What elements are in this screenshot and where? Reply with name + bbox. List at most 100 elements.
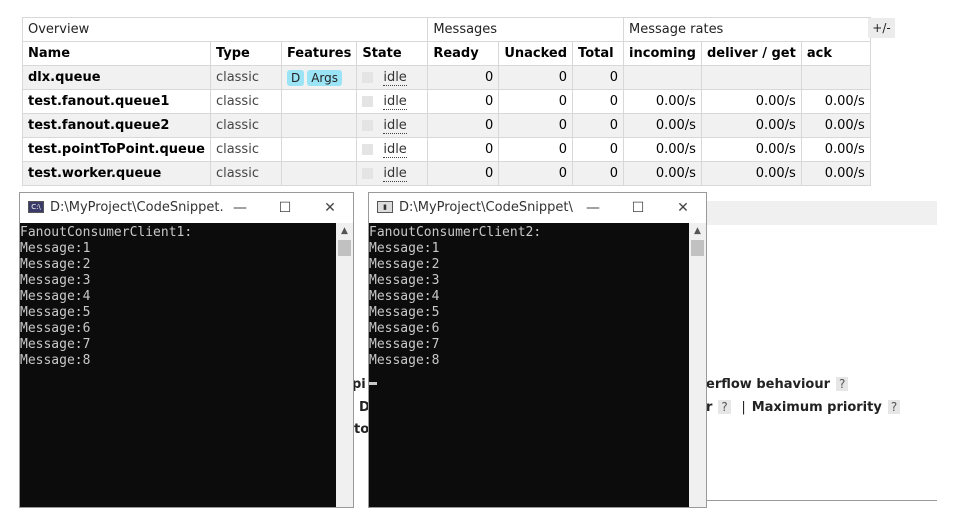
col-unacked[interactable]: Unacked — [498, 41, 574, 66]
col-state[interactable]: State — [356, 41, 429, 66]
table-row[interactable]: test.fanout.queue2 classic idle 0 0 0 0.00/s 0.… — [22, 113, 871, 138]
table-row[interactable]: test.worker.queue classic idle 0 0 0 0.00/s 0.0… — [22, 161, 871, 186]
feature-badge: Args — [307, 69, 342, 86]
queue-state: idle — [356, 89, 429, 114]
state-label: idle — [383, 141, 407, 158]
queue-type: classic — [209, 89, 282, 114]
window-titlebar[interactable]: C:\ D:\MyProject\CodeSnippet... — ☐ ✕ — [20, 193, 353, 223]
console-line: Message:8 — [20, 353, 91, 368]
console-line: Message:6 — [20, 321, 91, 336]
console-line: Message:6 — [369, 321, 440, 336]
group-messages: Messages — [427, 17, 625, 42]
total-count: 0 — [572, 65, 625, 90]
help-icon[interactable]: ? — [836, 377, 849, 391]
col-type[interactable]: Type — [209, 41, 282, 66]
queue-name-link[interactable]: test.worker.queue — [22, 161, 211, 186]
console-line: FanoutConsumerClient1: — [20, 225, 193, 240]
ack-rate: 0.00/s — [800, 161, 871, 186]
columns-toggle-button[interactable]: +/- — [868, 18, 895, 38]
queue-state: idle — [356, 113, 429, 138]
console-app-icon: C:\ — [28, 201, 44, 213]
scrollbar-thumb[interactable] — [338, 240, 351, 256]
window-titlebar[interactable]: ▮ D:\MyProject\CodeSnippet\... — ☐ ✕ — [369, 193, 706, 223]
deliver-get-rate — [700, 65, 802, 90]
state-label: idle — [383, 69, 407, 86]
console-line: Message:8 — [369, 353, 440, 368]
console-app-icon: ▮ — [377, 201, 393, 213]
state-indicator-icon — [362, 72, 374, 83]
total-count: 0 — [572, 89, 625, 114]
console-line: Message:2 — [369, 257, 440, 272]
queue-state: idle — [356, 137, 429, 162]
divider — [706, 500, 937, 501]
incoming-rate — [623, 65, 702, 90]
ack-rate: 0.00/s — [800, 89, 871, 114]
vertical-scrollbar[interactable]: ▲ — [689, 223, 706, 507]
incoming-rate: 0.00/s — [623, 161, 702, 186]
col-name[interactable]: Name — [22, 41, 211, 66]
scroll-up-arrow-icon[interactable]: ▲ — [689, 223, 706, 239]
console-line: Message:5 — [369, 305, 440, 320]
console-line: Message:5 — [20, 305, 91, 320]
ack-rate — [800, 65, 871, 90]
col-ack[interactable]: ack — [800, 41, 871, 66]
close-icon[interactable]: ✕ — [310, 196, 350, 220]
overflow-behaviour-label: erflow behaviour? — [706, 377, 849, 392]
maximize-icon[interactable]: ☐ — [265, 196, 305, 220]
queue-type: classic — [209, 137, 282, 162]
queue-state: idle — [356, 161, 429, 186]
queue-name-link[interactable]: test.fanout.queue1 — [22, 89, 211, 114]
col-total[interactable]: Total — [572, 41, 625, 66]
ready-count: 0 — [427, 113, 500, 138]
queue-features — [280, 137, 358, 162]
col-ready[interactable]: Ready — [427, 41, 500, 66]
help-icon[interactable]: ? — [718, 400, 731, 414]
unacked-count: 0 — [498, 89, 574, 114]
maximize-icon[interactable]: ☐ — [618, 196, 658, 220]
unacked-count: 0 — [498, 113, 574, 138]
scroll-up-arrow-icon[interactable]: ▲ — [336, 223, 353, 239]
queue-features — [280, 89, 358, 114]
close-icon[interactable]: ✕ — [663, 196, 703, 220]
deliver-get-rate: 0.00/s — [700, 89, 802, 114]
console-window-client2[interactable]: ▮ D:\MyProject\CodeSnippet\... — ☐ ✕ Fan… — [368, 192, 707, 508]
overflow-behaviour-text: erflow behaviour — [706, 377, 831, 392]
scrollbar-thumb[interactable] — [691, 240, 704, 256]
state-label: idle — [383, 165, 407, 182]
queue-name-link[interactable]: test.fanout.queue2 — [22, 113, 211, 138]
ack-rate: 0.00/s — [800, 113, 871, 138]
col-deliver-get[interactable]: deliver / get — [700, 41, 802, 66]
ready-count: 0 — [427, 137, 500, 162]
ack-rate: 0.00/s — [800, 137, 871, 162]
console-output: FanoutConsumerClient1: Message:1 Message… — [20, 223, 336, 507]
total-count: 0 — [572, 137, 625, 162]
help-icon[interactable]: ? — [887, 400, 901, 414]
queue-name-link[interactable]: test.pointToPoint.queue — [22, 137, 211, 162]
minimize-icon[interactable]: — — [220, 196, 260, 220]
state-indicator-icon — [362, 144, 374, 155]
minimize-icon[interactable]: — — [573, 196, 613, 220]
text-fragment-pi: pi — [352, 377, 366, 392]
queue-type: classic — [209, 113, 282, 138]
console-line: Message:4 — [20, 289, 91, 304]
console-line: Message:1 — [20, 241, 91, 256]
console-line: Message:7 — [20, 337, 91, 352]
col-features[interactable]: Features — [280, 41, 358, 66]
console-window-client1[interactable]: C:\ D:\MyProject\CodeSnippet... — ☐ ✕ Fa… — [19, 192, 354, 508]
incoming-rate: 0.00/s — [623, 89, 702, 114]
queue-features — [280, 113, 358, 138]
window-title: D:\MyProject\CodeSnippet... — [50, 200, 225, 215]
total-count: 0 — [572, 113, 625, 138]
table-row[interactable]: test.pointToPoint.queue classic idle 0 0 0 0.0… — [22, 137, 871, 162]
queue-name-link[interactable]: dlx.queue — [22, 65, 211, 90]
vertical-scrollbar[interactable]: ▲ — [336, 223, 353, 507]
state-label: idle — [383, 117, 407, 134]
maximum-priority-link[interactable]: Maximum priority — [752, 400, 882, 415]
col-incoming[interactable]: incoming — [623, 41, 702, 66]
table-row[interactable]: test.fanout.queue1 classic idle 0 0 0 0.00/s 0.… — [22, 89, 871, 114]
console-line: Message:7 — [369, 337, 440, 352]
deliver-get-rate: 0.00/s — [700, 137, 802, 162]
table-row[interactable]: dlx.queue classic D Args idle 0 0 0 — [22, 65, 871, 90]
console-line: Message:4 — [369, 289, 440, 304]
queue-features — [280, 161, 358, 186]
